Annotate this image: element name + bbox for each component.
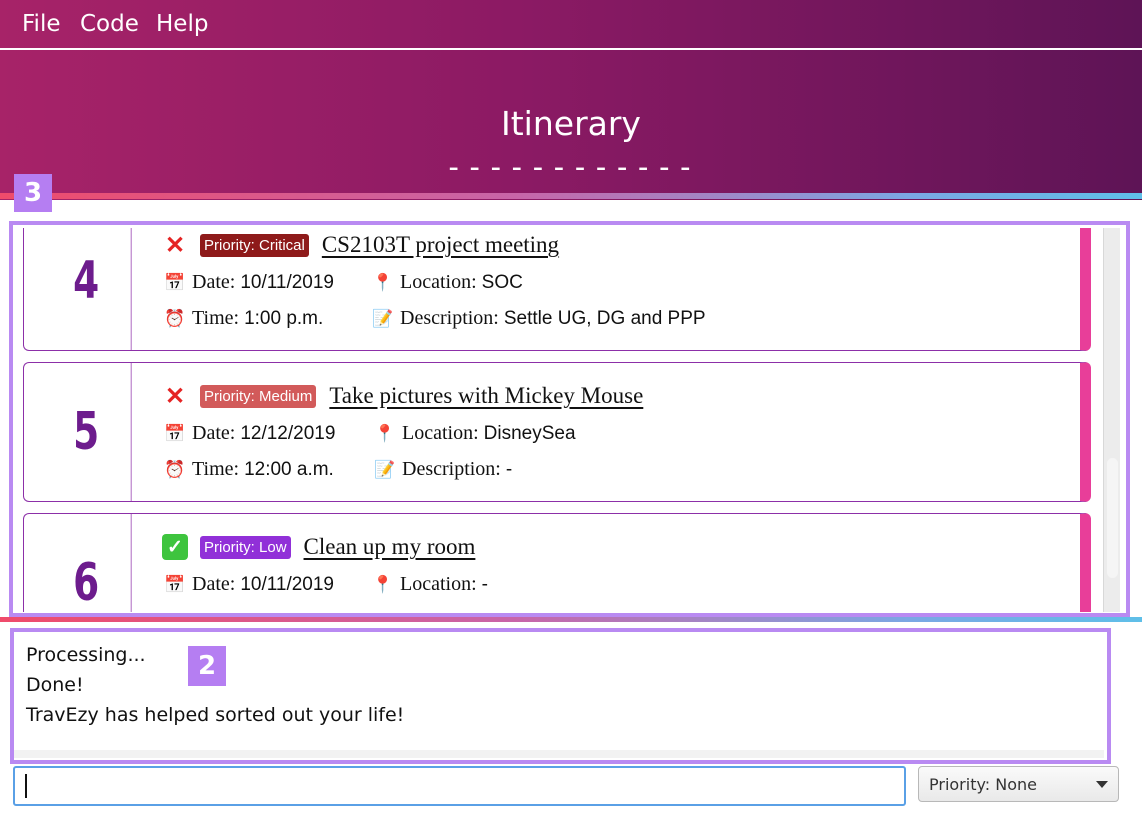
event-location: 📍 Location: SOC — [370, 271, 523, 294]
event-location: 📍 Location: DisneySea — [372, 422, 576, 445]
calendar-icon: 📅 — [164, 423, 186, 443]
event-name: Clean up my room — [303, 534, 476, 559]
event-name: Take pictures with Mickey Mouse — [329, 383, 644, 408]
check-icon: ✓ — [162, 534, 188, 560]
annotation-badge-result: 2 — [188, 646, 226, 686]
event-index: 4 — [42, 228, 132, 350]
pin-icon: 📍 — [372, 574, 394, 594]
event-date: 📅 Date: 10/11/2019 — [162, 271, 334, 294]
priority-dropdown[interactable]: Priority: None — [918, 766, 1119, 802]
date-label: Date: — [192, 271, 236, 293]
date-value: 10/11/2019 — [240, 573, 334, 595]
pin-icon: 📍 — [374, 423, 396, 443]
event-list: 4 ✕ Priority: Critical CS2103T project m… — [14, 228, 1120, 612]
menu-file[interactable]: File — [22, 11, 61, 37]
event-index: 6 — [42, 514, 132, 612]
priority-badge: Priority: Critical — [200, 233, 309, 257]
event-time: ⏰ Time: 12:00 a.m. — [162, 458, 334, 481]
date-label: Date: — [192, 422, 236, 444]
header: File Code Help Itinerary ------------ — [0, 0, 1142, 200]
memo-icon: 📝 — [372, 308, 394, 328]
event-title-row: ✓ Priority: Low Clean up my room — [162, 531, 475, 563]
time-label: Time: — [192, 307, 240, 329]
result-line: TravEzy has helped sorted out your life! — [26, 704, 405, 726]
menu-code[interactable]: Code — [80, 11, 139, 37]
calendar-icon: 📅 — [164, 574, 186, 594]
event-title-row: ✕ Priority: Medium Take pictures with Mi… — [162, 380, 643, 412]
event-description: 📝 Description: - — [372, 458, 512, 481]
location-value: - — [481, 573, 488, 595]
priority-dropdown-value: Priority: None — [929, 774, 1037, 794]
cross-icon: ✕ — [164, 382, 186, 410]
list-scrollbar[interactable] — [1103, 228, 1120, 612]
date-value: 10/11/2019 — [240, 271, 334, 293]
chevron-down-icon — [1096, 781, 1108, 788]
location-value: SOC — [481, 271, 523, 293]
location-label: Location: — [402, 422, 479, 444]
list-scroll-thumb[interactable] — [1107, 458, 1118, 578]
event-card[interactable]: 5 ✕ Priority: Medium Take pictures with … — [23, 362, 1091, 502]
command-input[interactable] — [13, 766, 906, 806]
description-value: - — [505, 458, 513, 480]
event-date: 📅 Date: 10/11/2019 — [162, 573, 334, 596]
result-line: Processing... — [26, 644, 146, 666]
location-value: DisneySea — [483, 422, 576, 444]
description-label: Description: — [402, 458, 501, 480]
time-value: 1:00 p.m. — [244, 307, 324, 329]
location-label: Location: — [400, 271, 477, 293]
date-value: 12/12/2019 — [240, 422, 336, 444]
result-display-footer — [14, 750, 1104, 758]
description-value: Settle UG, DG and PPP — [503, 307, 706, 329]
event-title-row: ✕ Priority: Critical CS2103T project mee… — [162, 229, 559, 261]
page-title: Itinerary — [501, 104, 641, 143]
menu-bar: File Code Help — [0, 0, 1142, 50]
memo-icon: 📝 — [374, 459, 396, 479]
menu-help[interactable]: Help — [156, 11, 208, 37]
time-label: Time: — [192, 458, 240, 480]
alarm-clock-icon: ⏰ — [164, 459, 186, 479]
description-label: Description: — [400, 307, 499, 329]
event-description: 📝 Description: Settle UG, DG and PPP — [370, 307, 706, 330]
calendar-icon: 📅 — [164, 272, 186, 292]
list-divider — [0, 617, 1142, 622]
event-card[interactable]: 6 ✓ Priority: Low Clean up my room 📅 Dat… — [23, 513, 1091, 612]
time-value: 12:00 a.m. — [244, 458, 334, 480]
alarm-clock-icon: ⏰ — [164, 308, 186, 328]
pin-icon: 📍 — [372, 272, 394, 292]
result-line: Done! — [26, 674, 84, 696]
event-location: 📍 Location: - — [370, 573, 488, 596]
cross-icon: ✕ — [164, 231, 186, 259]
event-time: ⏰ Time: 1:00 p.m. — [162, 307, 323, 330]
header-divider — [0, 193, 1142, 199]
annotation-badge-list: 3 — [14, 174, 52, 212]
location-label: Location: — [400, 573, 477, 595]
title-underline: ------------ — [444, 150, 698, 185]
event-date: 📅 Date: 12/12/2019 — [162, 422, 335, 445]
event-name: CS2103T project meeting — [321, 232, 560, 257]
result-display: Processing... Done! TravEzy has helped s… — [14, 634, 1104, 754]
event-card[interactable]: 4 ✕ Priority: Critical CS2103T project m… — [23, 228, 1091, 351]
priority-badge: Priority: Medium — [200, 384, 317, 408]
text-caret — [25, 774, 27, 798]
date-label: Date: — [192, 573, 236, 595]
priority-badge: Priority: Low — [200, 535, 291, 559]
event-index: 5 — [42, 363, 132, 501]
